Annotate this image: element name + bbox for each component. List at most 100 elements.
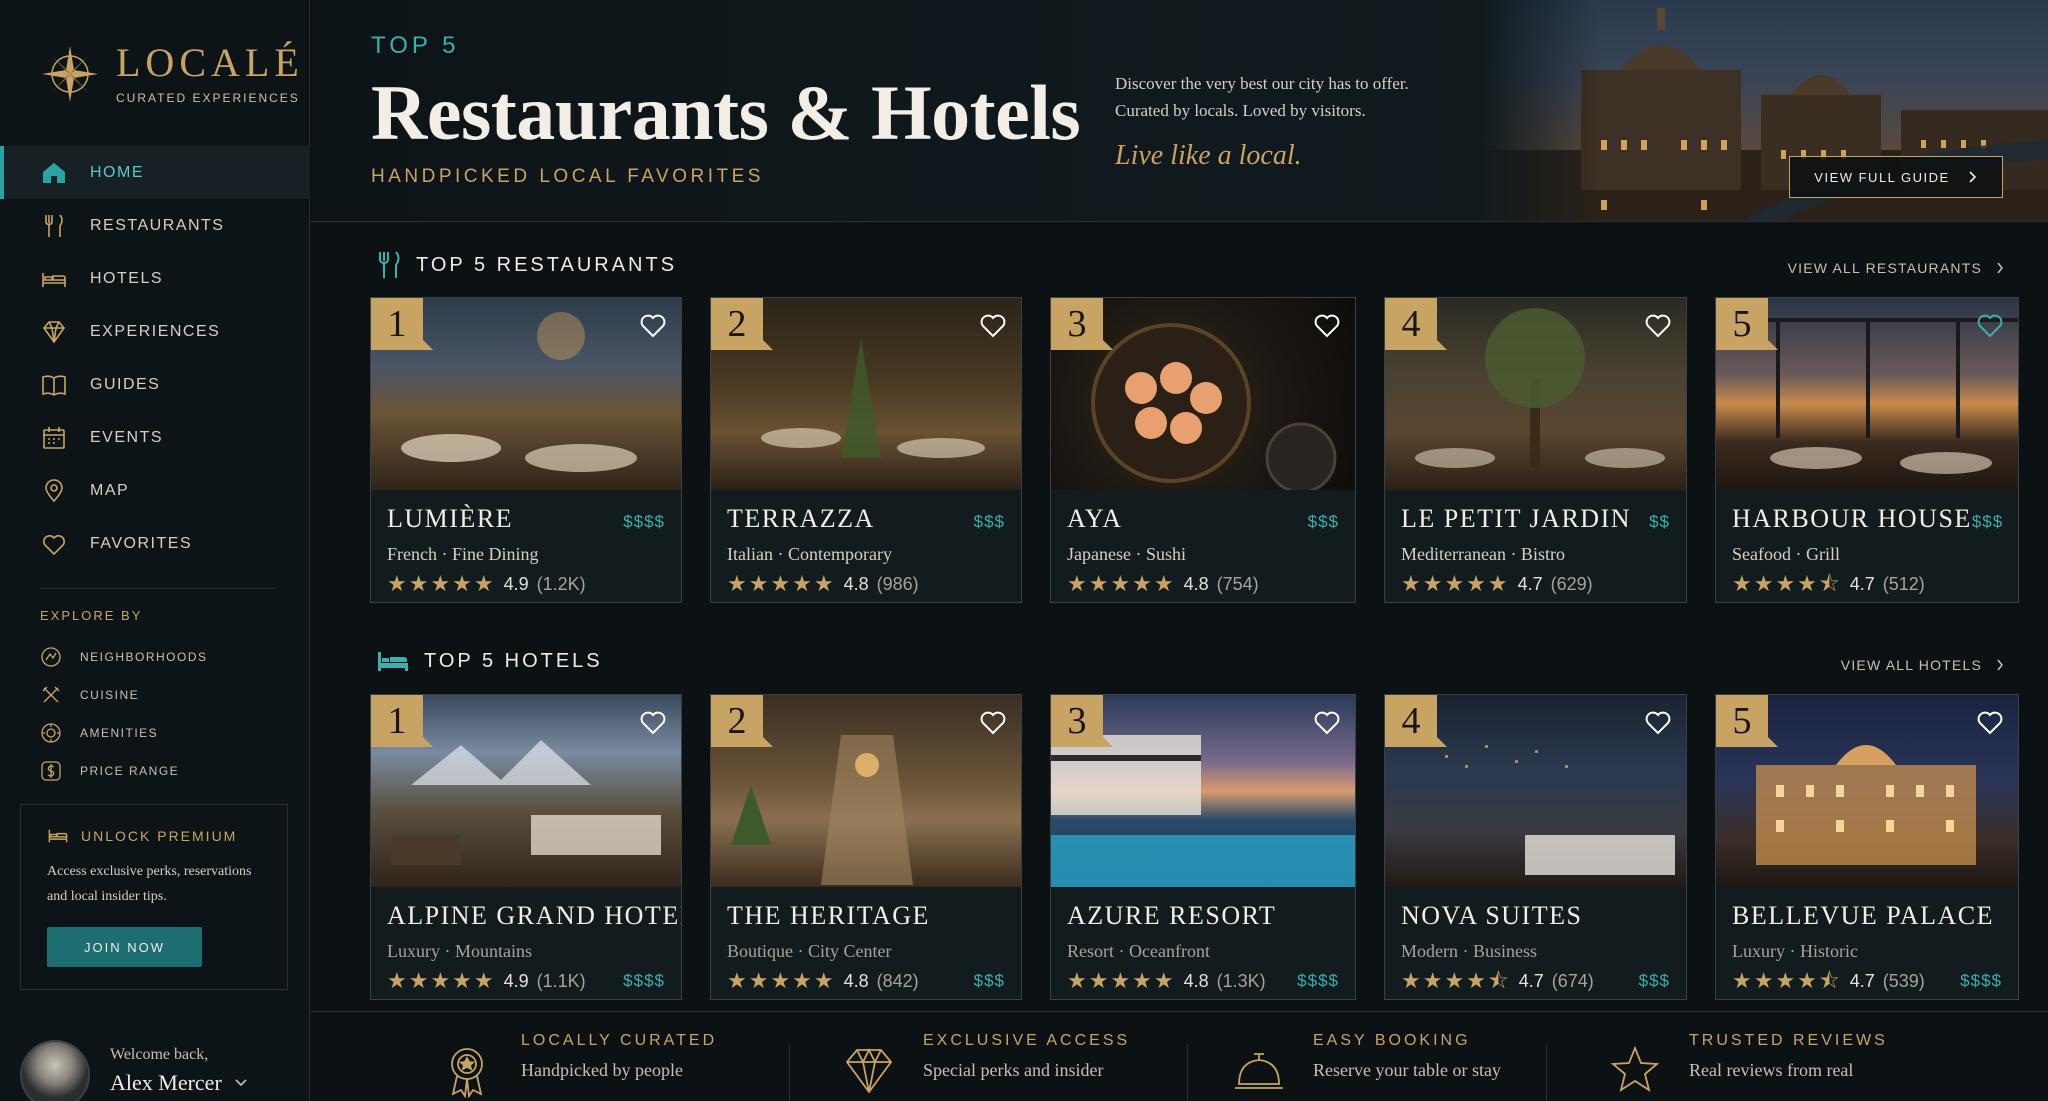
explore-item-price-range[interactable]: PRICE RANGE [40,752,208,790]
brand-tagline: CURATED EXPERIENCES [116,91,300,105]
hotel-photo: 4 [1385,695,1686,887]
feature-locally-curated: LOCALLY CURATED Handpicked by people [439,1032,717,1098]
page-title: Restaurants & Hotels [371,69,1081,156]
heart-icon[interactable] [1313,312,1341,338]
hotel-category: Luxury · Historic [1732,941,1858,961]
hotel-name: ALPINE GRAND HOTEL [387,901,682,930]
rank-badge: 4 [1385,695,1447,747]
restaurant-card[interactable]: 5 HARBOUR HOUSE $$$ Seafood · Grill ★★★★… [1715,297,2019,603]
hotel-card[interactable]: 3 AZURE RESORT Resort · Oceanfront ★★★★★… [1050,694,1356,1000]
join-now-button[interactable]: JOIN NOW [47,927,202,967]
premium-text: Access exclusive perks, reservations and… [47,864,252,904]
explore-item-neighborhoods[interactable]: NEIGHBORHOODS [40,638,208,676]
hero-tagline: Live like a local. [1115,140,1302,171]
star-rating-icons: ★★★★★ [727,571,836,596]
feature-trusted-reviews: TRUSTED REVIEWS Real reviews from real [1607,1032,1888,1098]
hero-subtitle: HANDPICKED LOCAL FAVORITES [371,166,764,187]
heart-icon[interactable] [1644,312,1672,338]
price-level: $$$ [973,971,1005,990]
price-level: $$$ [1638,971,1670,990]
nav-item-map[interactable]: MAP [0,464,310,517]
nav-item-home[interactable]: HOME [0,146,310,199]
review-count: (674) [1551,970,1594,991]
rating-score: 4.8 [843,573,869,594]
rating-score: 4.9 [503,573,529,594]
explore-item-cuisine[interactable]: CUISINE [40,676,208,714]
rank-badge: 3 [1051,298,1113,350]
feature-text: Handpicked by people [521,1060,683,1080]
hero-intro: Discover the very best our city has to o… [1115,70,1475,124]
explore-item-amenities[interactable]: AMENITIES [40,714,208,752]
fork-knife-icon [45,214,63,237]
star-rating-icons: ★★★★⯪ [1732,968,1842,993]
rating-score: 4.7 [1518,970,1544,991]
restaurant-card[interactable]: 3 AYA $$$ Japanese · Sushi ★★★★★ 4.8 (75… [1050,297,1356,603]
avatar[interactable] [20,1040,90,1101]
restaurant-name: LUMIÈRE [387,504,514,533]
nav-item-guides[interactable]: GUIDES [0,358,310,411]
compass-logo-icon [42,46,98,102]
view-all-restaurants-link[interactable]: VIEW ALL RESTAURANTS [1788,260,2004,276]
heart-icon[interactable] [1644,709,1672,735]
nav-label: EVENTS [90,428,164,446]
hero-intro-line: Curated by locals. Loved by visitors. [1115,101,1366,120]
restaurant-card[interactable]: 4 LE PETIT JARDIN $$ Mediterranean · Bis… [1384,297,1687,603]
price-level: $$ [1649,512,1670,531]
nav-item-restaurants[interactable]: RESTAURANTS [0,199,310,252]
bed-icon [48,829,68,843]
view-full-guide-button[interactable]: VIEW FULL GUIDE [1789,156,2003,198]
restaurant-cards: 1 LUMIÈRE $$$$ French · Fine Dining ★★★★… [370,297,2019,603]
hotel-card[interactable]: 4 NOVA SUITES Modern · Business ★★★★⯪ 4.… [1384,694,1687,1000]
star-rating-icons: ★★★★★ [387,571,496,596]
feature-text: Real reviews from real [1689,1060,1854,1080]
brand-logo[interactable]: LOCALÉ CURATED EXPERIENCES [38,42,304,106]
nav-item-experiences[interactable]: EXPERIENCES [0,305,310,358]
view-all-hotels-link[interactable]: VIEW ALL HOTELS [1841,657,2004,673]
hotel-category: Modern · Business [1401,941,1537,961]
rating-score: 4.8 [1183,573,1209,594]
hotel-category: Resort · Oceanfront [1067,941,1210,961]
nav-label: HOME [90,163,144,181]
feature-easy-booking: EASY BOOKING Reserve your table or stay [1231,1032,1501,1098]
service-bell-icon [1235,1053,1283,1089]
nav-item-favorites[interactable]: FAVORITES [0,517,310,570]
rank-badge: 1 [371,695,433,747]
explore-label: AMENITIES [80,726,159,740]
restaurant-card[interactable]: 1 LUMIÈRE $$$$ French · Fine Dining ★★★★… [370,297,682,603]
heart-icon[interactable] [1976,312,2004,338]
rank-badge: 1 [371,298,433,350]
hotel-photo: 2 [711,695,1021,887]
calendar-icon [43,426,65,449]
heart-icon[interactable] [1313,709,1341,735]
chevron-down-icon [235,1079,247,1087]
feature-divider [1546,1044,1547,1101]
heart-icon[interactable] [979,312,1007,338]
heart-icon[interactable] [979,709,1007,735]
nav-label: GUIDES [90,375,161,393]
hotel-category: Boutique · City Center [727,941,892,961]
hotel-card[interactable]: 2 THE HERITAGE Boutique · City Center ★★… [710,694,1022,1000]
restaurant-card[interactable]: 2 TERRAZZA $$$ Italian · Contemporary ★★… [710,297,1022,603]
restaurant-photo: 3 [1051,298,1355,494]
dollar-icon [41,761,61,781]
user-name[interactable]: Alex Mercer [110,1070,248,1096]
heart-icon[interactable] [639,709,667,735]
hotel-card[interactable]: 1 ALPINE GRAND HOTEL Luxury · Mountains … [370,694,682,1000]
amenities-icon [41,723,61,743]
nav-item-events[interactable]: EVENTS [0,411,310,464]
section-title-text: TOP 5 HOTELS [424,649,603,672]
hotels-section-title: TOP 5 HOTELS [376,648,603,674]
feature-divider [789,1044,790,1101]
user-profile[interactable]: Welcome back, Alex Mercer [20,1040,248,1101]
premium-title: UNLOCK PREMIUM [47,827,261,845]
hotel-card[interactable]: 5 BELLEVUE PALACE Luxury · Historic ★★★★… [1715,694,2019,1000]
nav-item-hotels[interactable]: HOTELS [0,252,310,305]
heart-icon[interactable] [639,312,667,338]
nav-label: EXPERIENCES [90,322,221,340]
hero-eyebrow: TOP 5 [371,32,460,59]
heart-icon[interactable] [1976,709,2004,735]
rating-score: 4.8 [1183,970,1209,991]
feature-title: LOCALLY CURATED [521,1032,718,1049]
rating-score: 4.7 [1517,573,1543,594]
restaurant-photo: 2 [711,298,1021,490]
